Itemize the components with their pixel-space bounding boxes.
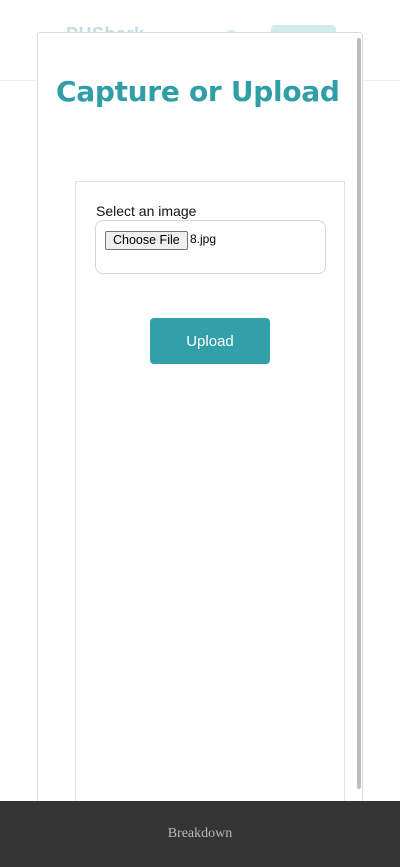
selected-file-name: 8.jpg [190,232,217,246]
footer-breakdown-link[interactable]: Breakdown [168,826,233,842]
select-image-label: Select an image [96,203,197,219]
choose-file-button[interactable]: Choose File [105,231,188,250]
upload-button[interactable]: Upload [150,318,270,364]
file-input-box[interactable]: Choose File 8.jpg [95,220,326,274]
capture-upload-modal: Capture or Upload Select an image Choose… [37,32,363,867]
page: PHShark Capture or Upload Select an imag… [0,0,400,867]
modal-title: Capture or Upload [56,75,340,108]
modal-scrollbar[interactable] [357,38,361,789]
footer-bar: Breakdown [0,801,400,867]
upload-panel: Select an image Choose File 8.jpg Upload [75,181,345,867]
